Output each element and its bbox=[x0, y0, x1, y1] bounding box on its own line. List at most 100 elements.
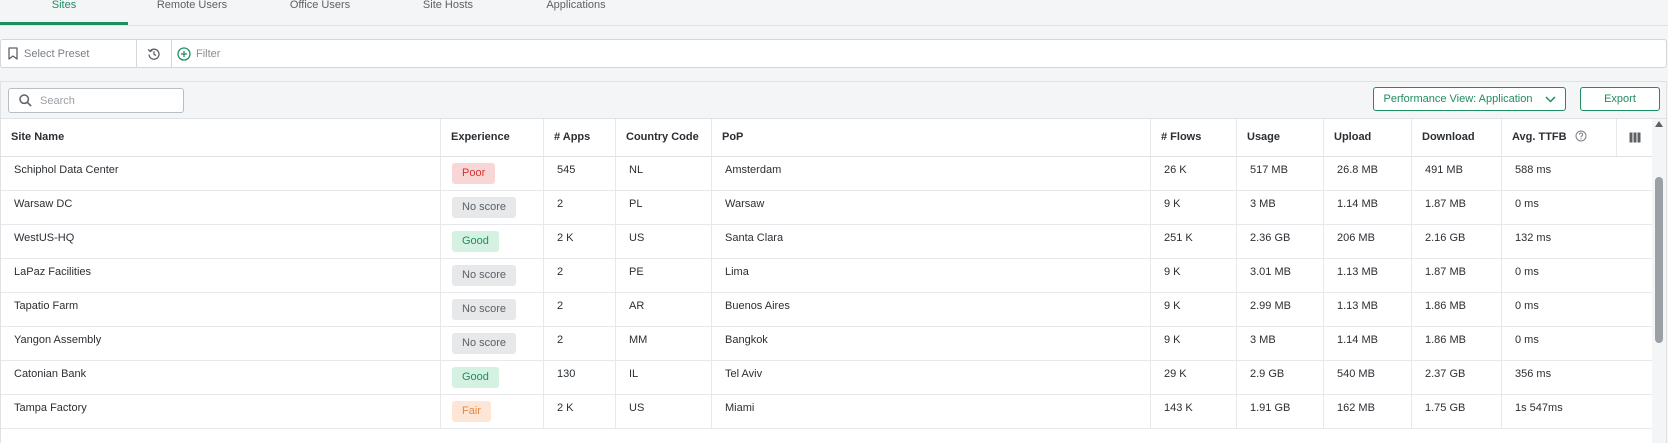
cell-avg-ttfb-text: 0 ms bbox=[1515, 198, 1539, 210]
filter-label: Filter bbox=[196, 47, 221, 60]
cell-flows-text: 9 K bbox=[1164, 334, 1181, 346]
table-row[interactable]: WestUS-HQ Good 2 K US Santa Clara 251 K 2.36 G… bbox=[1, 224, 1652, 259]
cell-pop: Santa Clara bbox=[712, 224, 1151, 258]
select-preset-button[interactable]: Select Preset bbox=[1, 40, 137, 67]
cell-flows-text: 9 K bbox=[1164, 300, 1181, 312]
cell-apps: 2 bbox=[544, 326, 616, 360]
table-row[interactable]: Warsaw DC No score 2 PL Warsaw 9 K 3 MB 1.14 MB… bbox=[1, 190, 1652, 225]
add-filter-button[interactable]: Filter bbox=[177, 40, 220, 67]
export-button[interactable]: Export bbox=[1580, 87, 1660, 111]
column-header-pop[interactable]: PoP bbox=[712, 119, 1151, 156]
column-chooser-button[interactable] bbox=[1616, 119, 1653, 156]
cell-country-code-text: US bbox=[629, 232, 645, 244]
cell-apps: 2 bbox=[544, 292, 616, 326]
cell-avg-ttfb: 0 ms bbox=[1502, 190, 1652, 224]
tab-office-users[interactable]: Office Users bbox=[256, 0, 384, 24]
table-row[interactable]: Tampa Factory Fair 2 K US Miami 143 K 1.91 GB 1… bbox=[1, 394, 1652, 429]
cell-pop-text: Amsterdam bbox=[725, 164, 782, 176]
cell-flows: 29 K bbox=[1151, 360, 1237, 394]
cell-upload-text: 1.13 MB bbox=[1337, 300, 1378, 312]
scroll-up-arrow-icon[interactable] bbox=[1655, 121, 1663, 127]
performance-view-dropdown[interactable]: Performance View: Application bbox=[1373, 87, 1566, 111]
tab-remote-users[interactable]: Remote Users bbox=[128, 0, 256, 24]
column-label: Avg. TTFB bbox=[1512, 131, 1567, 143]
cell-usage-text: 1.91 GB bbox=[1250, 402, 1291, 414]
cell-flows: 143 K bbox=[1151, 394, 1237, 428]
cell-apps-text: 130 bbox=[557, 368, 576, 380]
column-header-country-code[interactable]: Country Code bbox=[616, 119, 712, 156]
cell-avg-ttfb: 588 ms bbox=[1502, 156, 1652, 190]
cell-avg-ttfb-text: 1s 547ms bbox=[1515, 402, 1563, 414]
tab-applications[interactable]: Applications bbox=[512, 0, 640, 24]
cell-usage-text: 2.36 GB bbox=[1250, 232, 1291, 244]
cell-upload-text: 206 MB bbox=[1337, 232, 1375, 244]
column-header-usage[interactable]: Usage bbox=[1237, 119, 1324, 156]
cell-flows: 9 K bbox=[1151, 190, 1237, 224]
cell-download-text: 1.87 MB bbox=[1425, 266, 1466, 278]
cell-flows-text: 26 K bbox=[1164, 164, 1187, 176]
search-icon bbox=[19, 94, 32, 107]
cell-site-name: Warsaw DC bbox=[1, 190, 441, 224]
table-row[interactable]: Yangon Assembly No score 2 MM Bangkok 9 K 3 MB… bbox=[1, 326, 1652, 361]
cell-avg-ttfb-text: 0 ms bbox=[1515, 266, 1539, 278]
cell-pop-text: Santa Clara bbox=[725, 232, 784, 244]
column-header-flows[interactable]: # Flows bbox=[1151, 119, 1237, 156]
search-input[interactable] bbox=[38, 93, 182, 108]
cell-site-name: WestUS-HQ bbox=[1, 224, 441, 258]
cell-usage-text: 2.99 MB bbox=[1250, 300, 1291, 312]
vertical-scrollbar[interactable] bbox=[1652, 119, 1666, 443]
grid-toolbar: Performance View: Application Export bbox=[1, 82, 1666, 119]
cell-pop-text: Tel Aviv bbox=[725, 368, 763, 380]
cell-apps-text: 2 K bbox=[557, 232, 574, 244]
cell-pop: Lima bbox=[712, 258, 1151, 292]
cell-usage-text: 3.01 MB bbox=[1250, 266, 1291, 278]
history-button[interactable] bbox=[137, 40, 172, 67]
table-row[interactable]: Schiphol Data Center Poor 545 NL Amsterdam 26… bbox=[1, 156, 1652, 191]
cell-site-name-text: Yangon Assembly bbox=[14, 334, 102, 346]
cell-pop-text: Lima bbox=[725, 266, 749, 278]
cell-download: 1.87 MB bbox=[1412, 258, 1502, 292]
table-header: Site Name Experience # Apps Country Code… bbox=[1, 119, 1666, 157]
cell-upload-text: 1.14 MB bbox=[1337, 198, 1378, 210]
cell-avg-ttfb-text: 132 ms bbox=[1515, 232, 1552, 244]
export-label: Export bbox=[1604, 93, 1636, 105]
cell-apps: 2 bbox=[544, 190, 616, 224]
cell-pop: Buenos Aires bbox=[712, 292, 1151, 326]
cell-avg-ttfb: 0 ms bbox=[1502, 258, 1652, 292]
cell-country-code-text: IL bbox=[629, 368, 639, 380]
cell-pop: Miami bbox=[712, 394, 1151, 428]
cell-country-code-text: PL bbox=[629, 198, 643, 210]
cell-avg-ttfb-text: 0 ms bbox=[1515, 334, 1539, 346]
table-row[interactable]: LaPaz Facilities No score 2 PE Lima 9 K 3.01 M… bbox=[1, 258, 1652, 293]
column-header-upload[interactable]: Upload bbox=[1324, 119, 1412, 156]
cell-flows-text: 143 K bbox=[1164, 402, 1193, 414]
tab-sites[interactable]: Sites bbox=[0, 0, 128, 25]
scrollbar-thumb[interactable] bbox=[1655, 177, 1663, 343]
columns-icon bbox=[1629, 132, 1641, 143]
table-row[interactable]: Tapatio Farm No score 2 AR Buenos Aires 9 K 2.… bbox=[1, 292, 1652, 327]
table-row[interactable]: Catonian Bank Good 130 IL Tel Aviv 29 K 2.9 GB… bbox=[1, 360, 1652, 395]
cell-upload: 26.8 MB bbox=[1324, 156, 1412, 190]
cell-site-name: Tapatio Farm bbox=[1, 292, 441, 326]
experience-badge: Good bbox=[452, 367, 499, 388]
column-header-avg-ttfb[interactable]: Avg. TTFB bbox=[1502, 119, 1616, 156]
cell-site-name: LaPaz Facilities bbox=[1, 258, 441, 292]
cell-usage: 2.9 GB bbox=[1237, 360, 1324, 394]
help-icon[interactable] bbox=[1575, 130, 1587, 142]
column-header-site-name[interactable]: Site Name bbox=[1, 119, 441, 156]
column-header-download[interactable]: Download bbox=[1412, 119, 1502, 156]
cell-usage-text: 2.9 GB bbox=[1250, 368, 1285, 380]
column-header-experience[interactable]: Experience bbox=[441, 119, 544, 156]
cell-upload-text: 1.14 MB bbox=[1337, 334, 1378, 346]
cell-country-code: PE bbox=[616, 258, 712, 292]
cell-upload: 540 MB bbox=[1324, 360, 1412, 394]
cell-flows-text: 9 K bbox=[1164, 198, 1181, 210]
tab-site-hosts[interactable]: Site Hosts bbox=[384, 0, 512, 24]
cell-download: 1.87 MB bbox=[1412, 190, 1502, 224]
cell-avg-ttfb: 356 ms bbox=[1502, 360, 1652, 394]
cell-upload: 1.14 MB bbox=[1324, 190, 1412, 224]
column-header-apps[interactable]: # Apps bbox=[544, 119, 616, 156]
cell-download: 1.86 MB bbox=[1412, 326, 1502, 360]
cell-upload-text: 1.13 MB bbox=[1337, 266, 1378, 278]
cell-pop: Tel Aviv bbox=[712, 360, 1151, 394]
